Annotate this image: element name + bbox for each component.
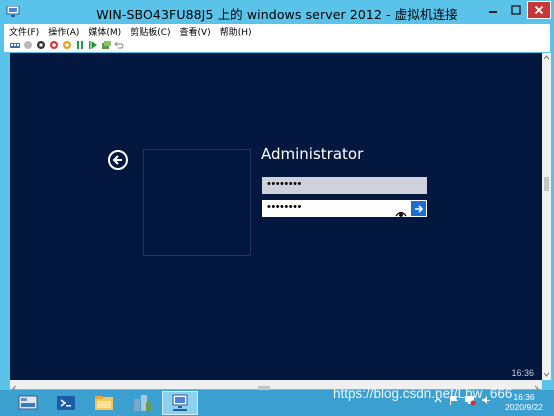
folder-icon bbox=[95, 396, 113, 410]
close-button[interactable] bbox=[527, 1, 551, 19]
back-button[interactable] bbox=[108, 150, 128, 170]
revert-icon[interactable] bbox=[114, 40, 124, 50]
minimize-icon bbox=[489, 11, 497, 13]
powershell-icon bbox=[57, 396, 75, 410]
menu-bar: 文件(F) 操作(A) 媒体(M) 剪贴板(C) 查看(V) 帮助(H) bbox=[4, 24, 550, 38]
resume-icon[interactable] bbox=[88, 40, 98, 50]
shut-down-icon[interactable] bbox=[49, 40, 59, 50]
start-icon[interactable] bbox=[23, 40, 33, 50]
vm-connection-window: WIN-SBO43FU88J5 上的 windows server 2012 -… bbox=[0, 0, 554, 392]
close-icon bbox=[534, 5, 544, 15]
menu-media[interactable]: 媒体(M) bbox=[83, 25, 125, 38]
buildings-icon bbox=[134, 395, 151, 411]
vm-connection-taskbar-button[interactable] bbox=[162, 391, 198, 415]
server-manager-icon bbox=[18, 395, 38, 410]
submit-button[interactable] bbox=[410, 200, 427, 217]
menu-clipboard[interactable]: 剪贴板(C) bbox=[125, 25, 174, 38]
vm-screen[interactable]: Administrator •••••••• •••••••• 16:36 bbox=[10, 53, 542, 380]
checkpoint-icon[interactable] bbox=[101, 40, 111, 50]
minimize-button[interactable] bbox=[481, 1, 505, 19]
file-explorer-button[interactable] bbox=[86, 391, 122, 415]
server-manager-button[interactable] bbox=[10, 391, 46, 415]
buildings-app-button[interactable] bbox=[124, 391, 160, 415]
maximize-icon bbox=[511, 5, 521, 15]
network-computer-icon bbox=[172, 394, 188, 411]
csdn-watermark: https://blog.csdn.net/Lhw_666 bbox=[333, 386, 513, 401]
screen-clock: 16:36 bbox=[511, 368, 534, 378]
reveal-password-icon[interactable] bbox=[395, 205, 407, 217]
ctrl-alt-del-icon[interactable] bbox=[10, 40, 20, 50]
clock-date: 2020/9/22 bbox=[505, 402, 543, 412]
menu-view[interactable]: 查看(V) bbox=[175, 25, 215, 38]
user-avatar bbox=[143, 149, 251, 256]
arrow-left-icon bbox=[112, 155, 122, 165]
menu-action[interactable]: 操作(A) bbox=[43, 25, 83, 38]
window-title: WIN-SBO43FU88J5 上的 windows server 2012 -… bbox=[96, 7, 458, 22]
save-icon[interactable] bbox=[62, 40, 72, 50]
password-confirm-field[interactable]: •••••••• bbox=[262, 200, 410, 217]
menu-file[interactable]: 文件(F) bbox=[4, 25, 43, 38]
turn-off-icon[interactable] bbox=[36, 40, 46, 50]
arrow-right-icon bbox=[414, 204, 423, 213]
powershell-button[interactable] bbox=[48, 391, 84, 415]
pause-icon[interactable] bbox=[75, 40, 85, 50]
menu-help[interactable]: 帮助(H) bbox=[215, 25, 256, 38]
title-bar[interactable]: WIN-SBO43FU88J5 上的 windows server 2012 -… bbox=[0, 0, 554, 24]
vertical-scrollbar[interactable] bbox=[542, 53, 551, 380]
password-field[interactable]: •••••••• bbox=[262, 177, 427, 194]
username-label: Administrator bbox=[261, 145, 364, 163]
toolbar bbox=[4, 38, 550, 52]
maximize-button[interactable] bbox=[505, 1, 527, 19]
